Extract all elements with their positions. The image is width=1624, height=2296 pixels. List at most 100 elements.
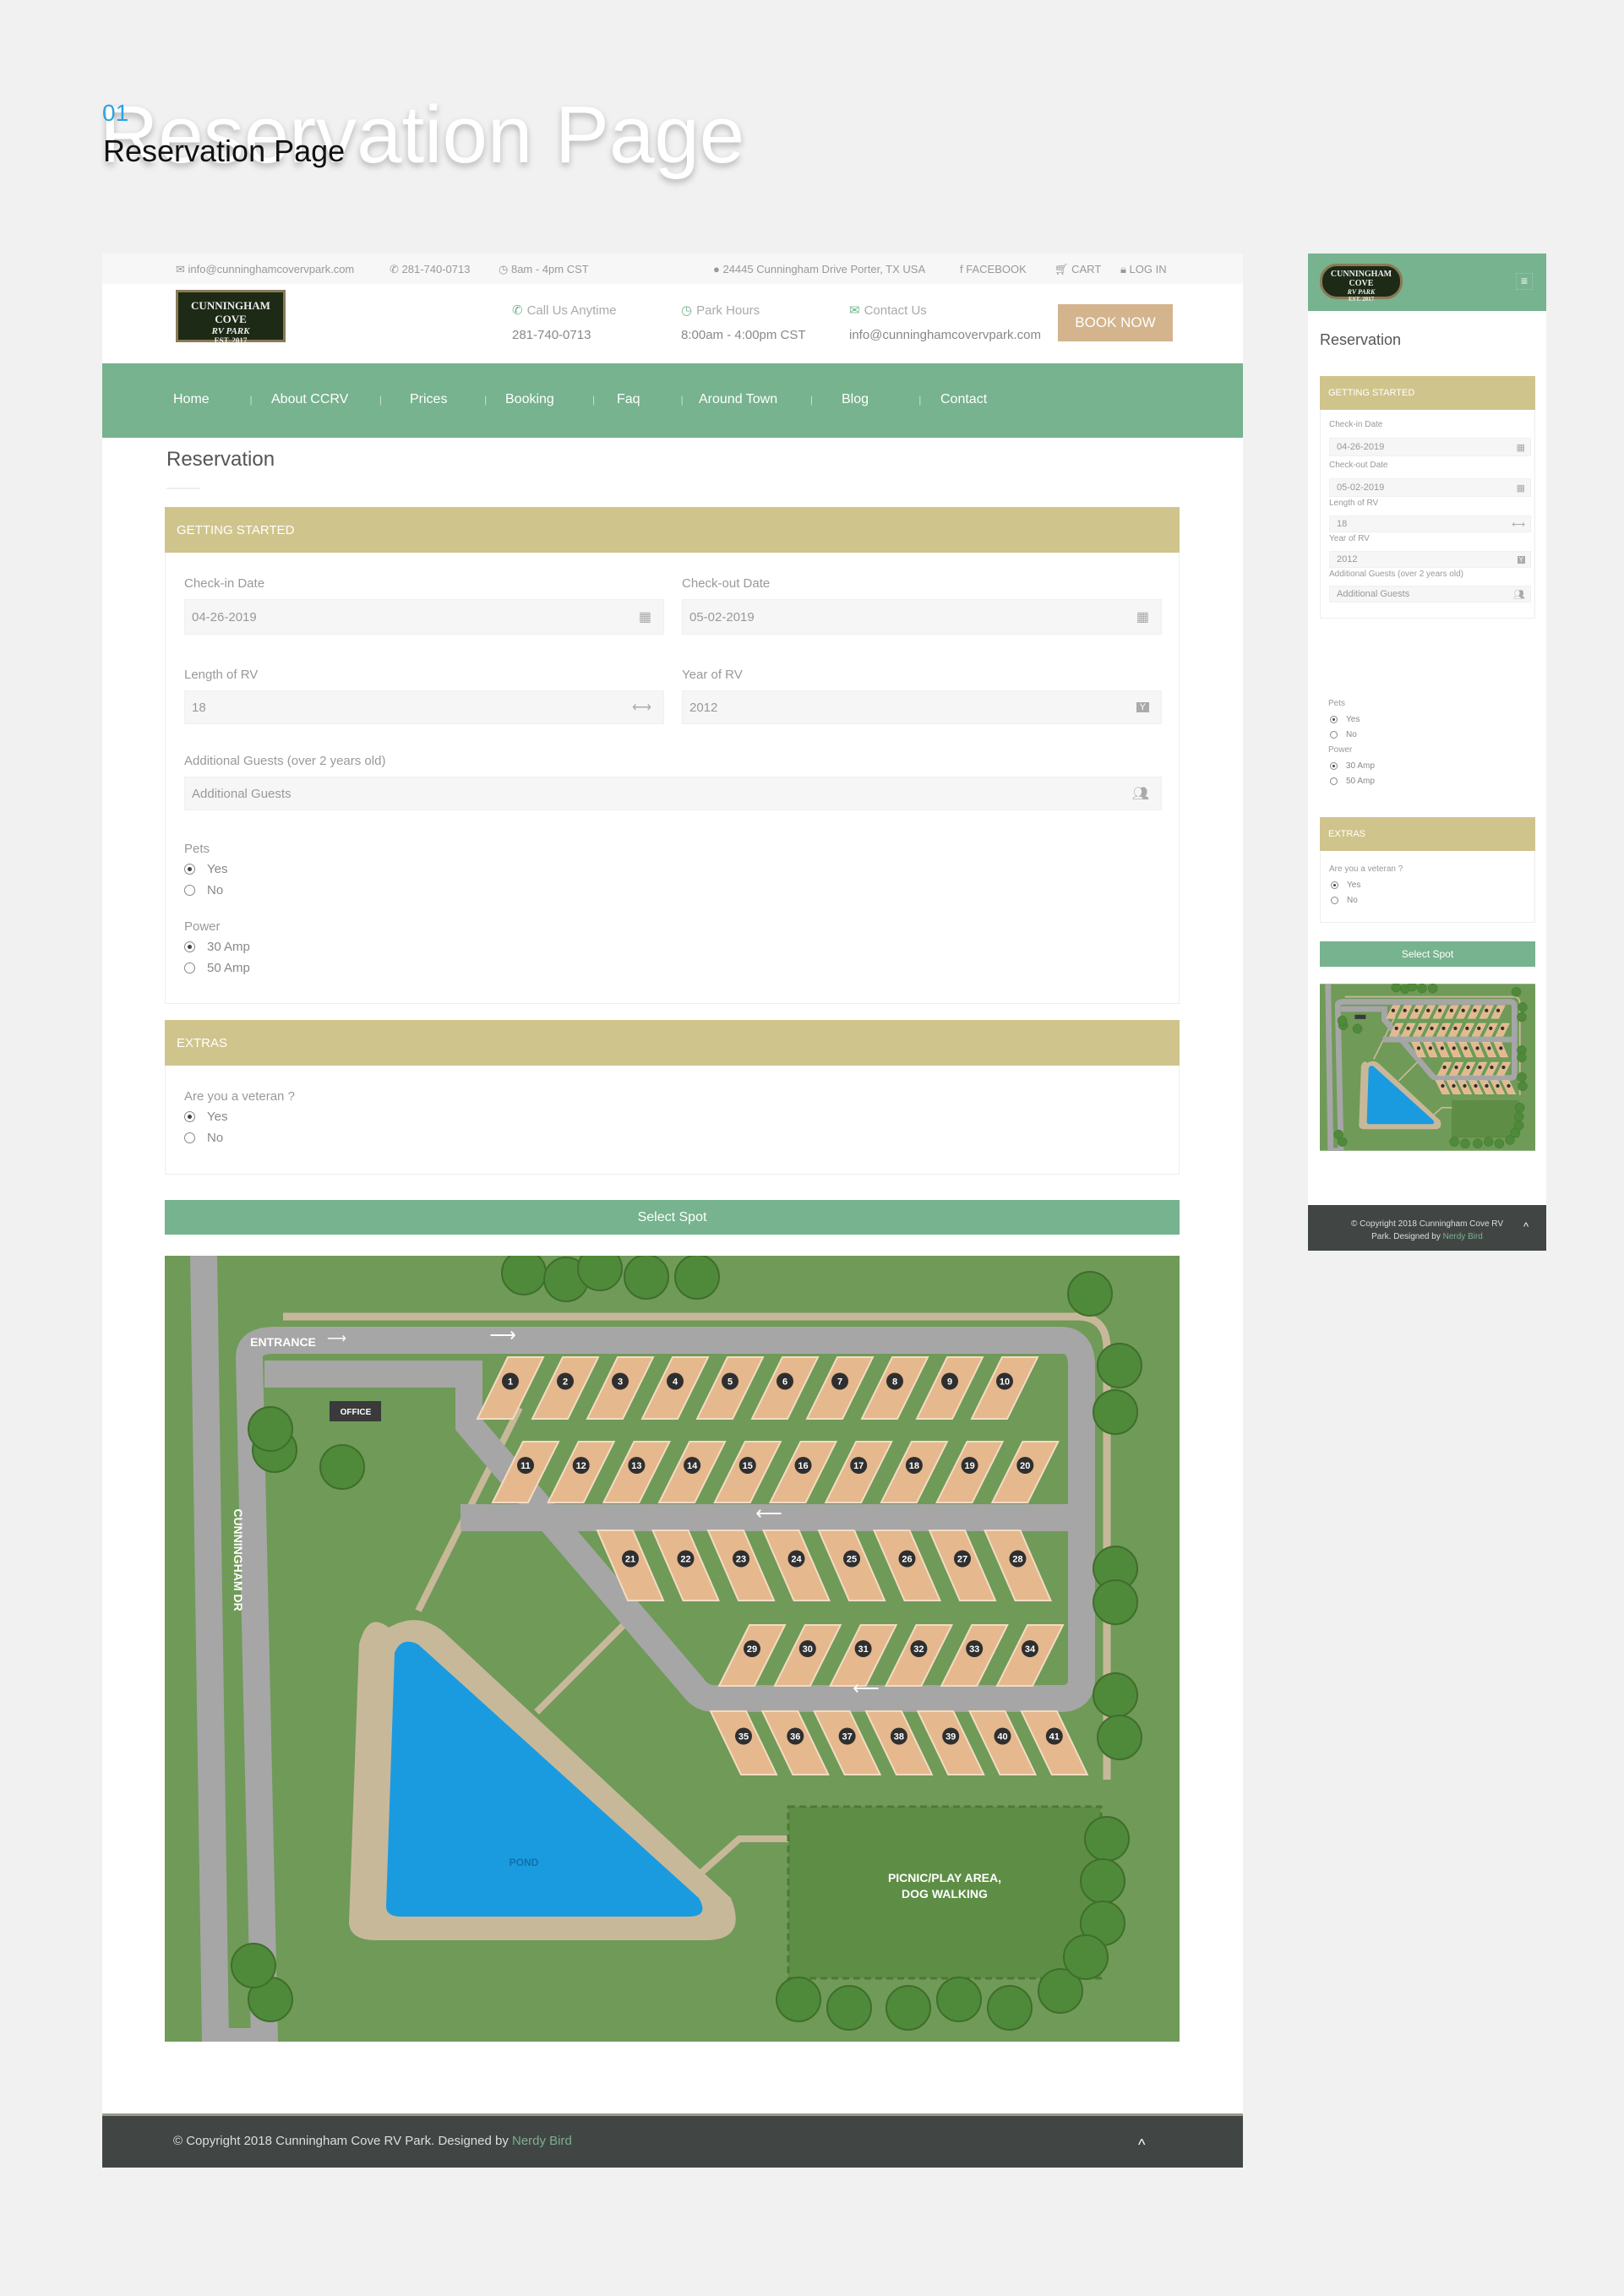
guests-label: Additional Guests (over 2 years old) xyxy=(184,754,386,768)
hours-info: ◷ Park Hours 8:00am - 4:00pm CST xyxy=(681,303,806,342)
tree xyxy=(1518,1081,1528,1092)
mobile-logo[interactable]: CUNNINGHAM COVE RV PARK EST. 2017 xyxy=(1320,264,1403,303)
nav-blog[interactable]: Blog xyxy=(842,392,869,407)
tree xyxy=(1097,1343,1142,1388)
picnic-label-2: DOG WALKING xyxy=(902,1887,988,1901)
spot-number-badge xyxy=(1437,1008,1442,1012)
length-input[interactable]: 18 ⟷ xyxy=(184,690,664,724)
designer-link[interactable]: Nerdy Bird xyxy=(512,2134,572,2148)
mobile-power-30-radio[interactable]: 30 Amp xyxy=(1330,761,1375,771)
spot-number: 18 xyxy=(909,1461,919,1471)
page-number: 01 xyxy=(102,100,129,126)
spot-number: 4 xyxy=(673,1377,678,1388)
pets-label: Pets xyxy=(184,842,210,856)
mobile-section-extras: EXTRAS xyxy=(1320,817,1535,851)
section-getting-started: GETTING STARTED xyxy=(165,507,1180,553)
year-label: Year of RV xyxy=(682,668,743,682)
tree xyxy=(1513,1111,1524,1122)
tree xyxy=(1494,1138,1505,1148)
power-30-radio[interactable]: 30 Amp xyxy=(184,940,250,954)
mobile-checkin-input[interactable]: 04-26-2019 ▦ xyxy=(1329,438,1531,456)
spot-number-badge xyxy=(1454,1065,1458,1070)
nav-home[interactable]: Home xyxy=(173,392,210,407)
pets-yes-radio[interactable]: Yes xyxy=(184,862,227,876)
nav-separator: | xyxy=(484,394,488,406)
nav-about-ccrv[interactable]: About CCRV xyxy=(271,392,348,407)
tree xyxy=(936,1977,982,2022)
mobile-park-map[interactable] xyxy=(1320,984,1535,1151)
reservation-title: Reservation xyxy=(166,448,275,471)
spot-number-badge xyxy=(1499,1046,1503,1050)
book-now-button[interactable]: BOOK NOW xyxy=(1058,304,1173,341)
mobile-length-input[interactable]: 18 ⟷ xyxy=(1329,515,1531,532)
mobile-pets-yes-radio[interactable]: Yes xyxy=(1330,715,1360,724)
nav-faq[interactable]: Faq xyxy=(617,392,640,407)
spot-number: 16 xyxy=(798,1461,808,1471)
spot-number: 2 xyxy=(563,1377,568,1388)
spot-number-badge xyxy=(1507,1083,1511,1088)
tree xyxy=(1093,1579,1138,1625)
contact-info: ✉ Contact Us info@cunninghamcovervpark.com xyxy=(849,303,1041,342)
mobile-mockup: CUNNINGHAM COVE RV PARK EST. 2017 ≡ Reserv… xyxy=(1308,254,1546,1251)
nav-prices[interactable]: Prices xyxy=(410,392,447,407)
pets-no-radio[interactable]: No xyxy=(184,883,223,897)
login-link[interactable]: 🔒︎ LOG IN xyxy=(1120,263,1167,276)
spot-number-badge xyxy=(1391,1008,1395,1012)
nav-booking[interactable]: Booking xyxy=(505,392,554,407)
spot-number: 41 xyxy=(1049,1732,1060,1742)
mobile-year-input[interactable]: 2012 Y xyxy=(1329,551,1531,568)
mobile-power-50-radio[interactable]: 50 Amp xyxy=(1330,777,1375,786)
select-spot-button[interactable]: Select Spot xyxy=(165,1200,1180,1235)
office-building xyxy=(1354,1014,1366,1019)
veteran-yes-radio[interactable]: Yes xyxy=(184,1110,227,1124)
mobile-veteran-yes-radio[interactable]: Yes xyxy=(1331,881,1360,890)
email-link[interactable]: ✉ info@cunninghamcovervpark.com xyxy=(176,263,354,276)
mobile-veteran-no-radio[interactable]: No xyxy=(1331,896,1358,905)
mobile-designer-link[interactable]: Nerdy Bird xyxy=(1443,1232,1483,1241)
checkout-input[interactable]: 05-02-2019 ▦ xyxy=(682,599,1162,635)
mobile-getting-started-panel: Check-in Date 04-26-2019 ▦ Check-out Date… xyxy=(1320,410,1535,619)
back-to-top-icon[interactable]: ^ xyxy=(1138,2136,1145,2154)
users-icon: 👥︎ xyxy=(1131,787,1149,801)
spot-number-badge xyxy=(1496,1083,1500,1088)
spot-number-badge xyxy=(1474,1083,1478,1088)
spot-number-badge xyxy=(1441,1083,1445,1088)
nav-around-town[interactable]: Around Town xyxy=(699,392,777,407)
spot-number-badge xyxy=(1496,1008,1501,1012)
spot-number: 23 xyxy=(736,1555,746,1565)
clock-icon: ◷ xyxy=(681,303,693,318)
spot-number: 15 xyxy=(743,1461,753,1471)
mobile-checkout-input[interactable]: 05-02-2019 ▦ xyxy=(1329,478,1531,497)
spot-number-badge xyxy=(1466,1065,1470,1070)
mobile-select-spot-button[interactable]: Select Spot xyxy=(1320,941,1535,967)
nav-separator: | xyxy=(809,394,813,406)
spot-number-badge xyxy=(1463,1083,1467,1088)
checkin-input[interactable]: 04-26-2019 ▦ xyxy=(184,599,664,635)
nav-separator: | xyxy=(249,394,253,406)
tree xyxy=(1511,987,1522,997)
mobile-pets-no-radio[interactable]: No xyxy=(1330,730,1357,739)
nav-contact[interactable]: Contact xyxy=(940,392,987,407)
spot-number: 37 xyxy=(842,1732,852,1742)
mobile-back-to-top-icon[interactable]: ^ xyxy=(1523,1220,1529,1233)
arrows-horizontal-icon: ⟷ xyxy=(1512,519,1525,530)
cart-link[interactable]: 🛒︎ CART xyxy=(1055,263,1101,276)
hamburger-menu-icon[interactable]: ≡ xyxy=(1516,273,1533,290)
year-icon: Y xyxy=(1136,702,1149,712)
spot-number: 17 xyxy=(853,1461,864,1471)
facebook-link[interactable]: f FACEBOOK xyxy=(960,263,1027,275)
tree xyxy=(1080,1858,1125,1904)
power-50-radio[interactable]: 50 Amp xyxy=(184,961,250,975)
spot-number-badge xyxy=(1406,1026,1410,1031)
phone-link[interactable]: ✆ 281-740-0713 xyxy=(390,263,470,276)
year-input[interactable]: 2012 Y xyxy=(682,690,1162,724)
guests-input[interactable]: Additional Guests 👥︎ xyxy=(184,777,1162,810)
calendar-icon: ▦ xyxy=(638,610,651,624)
logo[interactable]: CUNNINGHAM COVE RV PARK EST. 2017 xyxy=(176,290,286,345)
tree xyxy=(1517,1072,1527,1083)
tree xyxy=(1517,1012,1527,1023)
veteran-no-radio[interactable]: No xyxy=(184,1131,223,1145)
spot-number: 24 xyxy=(791,1555,802,1565)
park-map[interactable]: 1 2 3 4 5 6 7 8 9 1011 12 13 14 15 16 17 18 19 2021 22 23 24 2… xyxy=(165,1256,1180,2042)
mobile-guests-input[interactable]: Additional Guests 👥︎ xyxy=(1329,586,1531,603)
